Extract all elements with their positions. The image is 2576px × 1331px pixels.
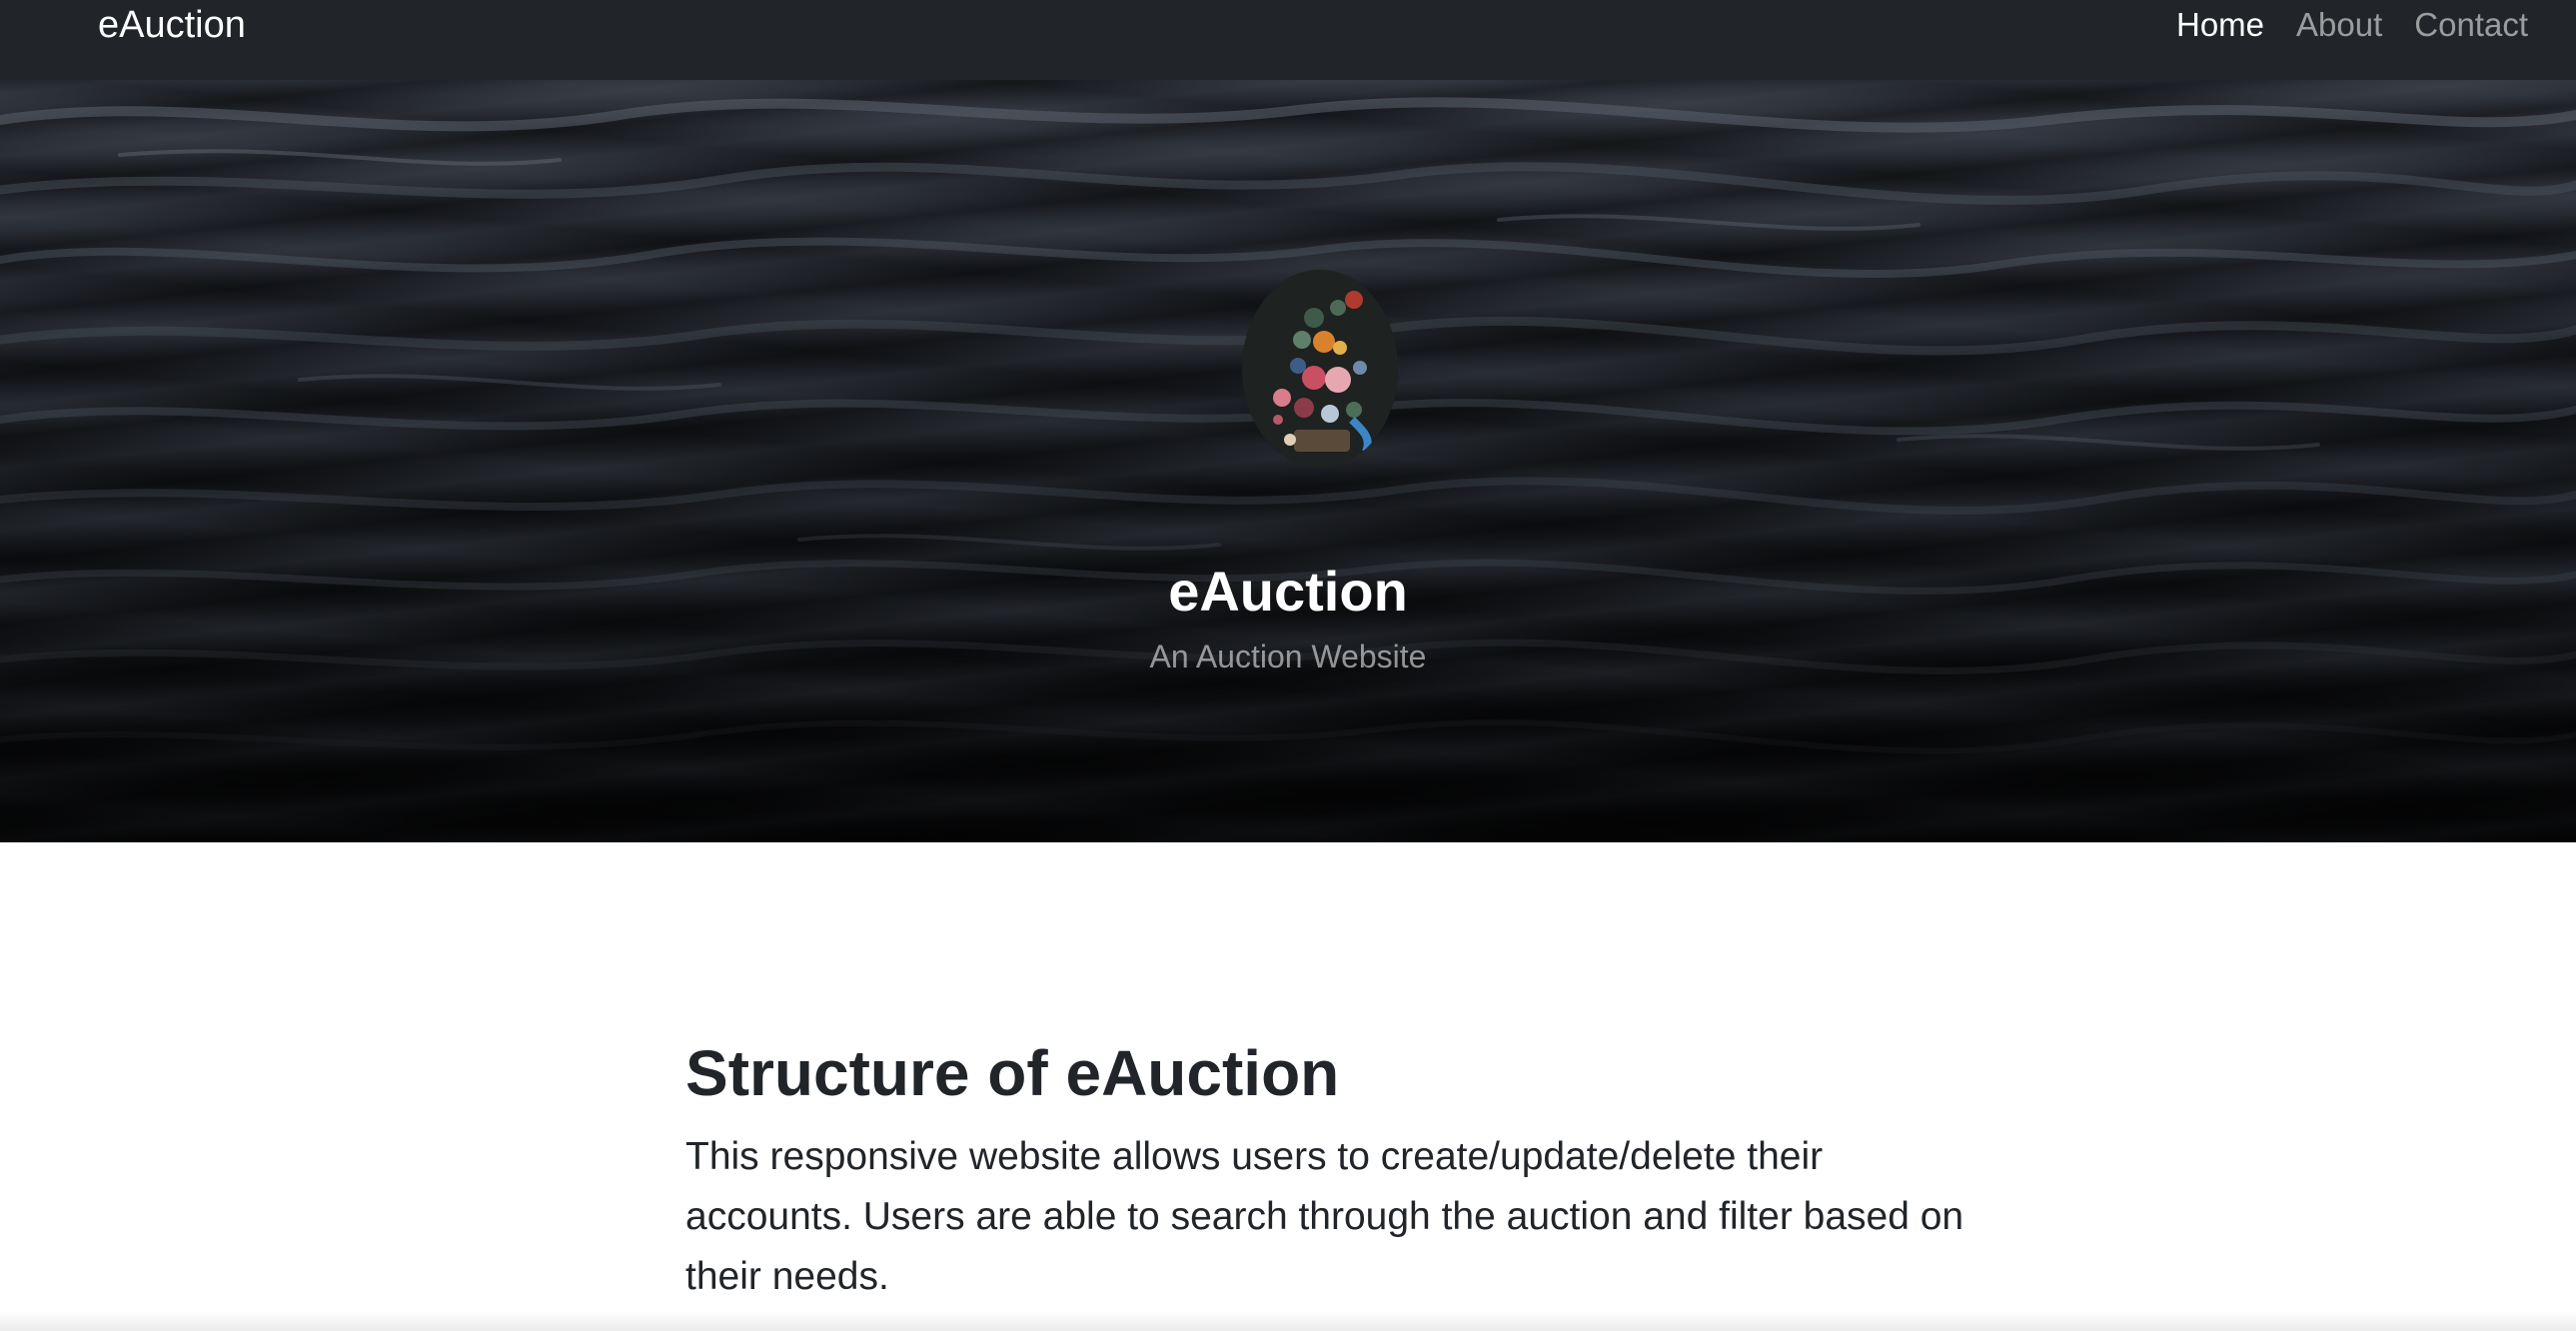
water-background-image <box>0 80 2576 842</box>
nav-home-link[interactable]: Home <box>2176 3 2264 47</box>
nav-links: Home About Contact <box>2176 3 2528 47</box>
bottom-edge-shadow <box>0 1311 2576 1331</box>
nav-about-link[interactable]: About <box>2296 3 2382 47</box>
top-navbar: eAuction Home About Contact <box>0 0 2576 80</box>
brand-link[interactable]: eAuction <box>98 2 246 48</box>
main-content: Structure of eAuction This responsive we… <box>685 1029 1984 1307</box>
section-heading: Structure of eAuction <box>685 1037 1340 1109</box>
hero-banner: eAuction An Auction Website <box>0 80 2576 842</box>
nav-contact-link[interactable]: Contact <box>2414 3 2528 47</box>
hero-subtitle: An Auction Website <box>1149 639 1427 674</box>
hero-title: eAuction <box>1168 559 1408 623</box>
floral-painting-avatar <box>1242 270 1398 468</box>
section-paragraph: This responsive website allows users to … <box>685 1135 1964 1298</box>
